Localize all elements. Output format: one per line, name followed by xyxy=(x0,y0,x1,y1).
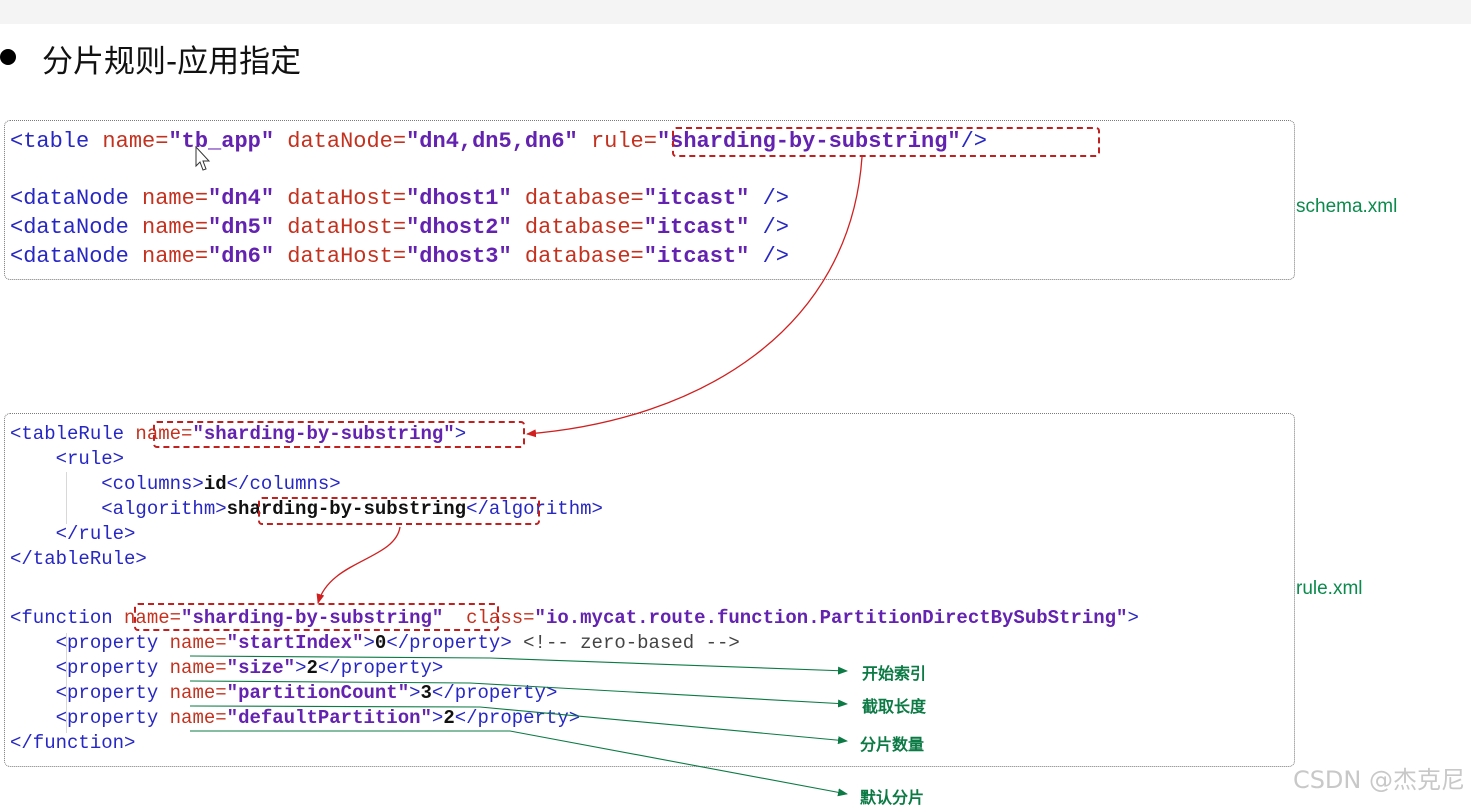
arrow-algorithm-to-function xyxy=(316,526,401,604)
arrow-partitioncount-note xyxy=(189,705,848,745)
arrow-size-note xyxy=(189,680,848,708)
note-default-partition: 默认分片 xyxy=(860,788,925,807)
note-partition-count: 分片数量 xyxy=(860,735,925,754)
connector-arrows xyxy=(189,145,863,797)
note-substring-length: 截取长度 xyxy=(862,697,927,716)
note-start-index: 开始索引 xyxy=(862,664,927,683)
cursor-icon xyxy=(195,145,211,171)
watermark: CSDN @杰克尼 xyxy=(1292,766,1465,794)
arrow-startindex-note xyxy=(189,655,848,675)
arrow-defaultpartition-note xyxy=(190,730,848,797)
arrow-rule-to-tablerule xyxy=(526,156,863,438)
